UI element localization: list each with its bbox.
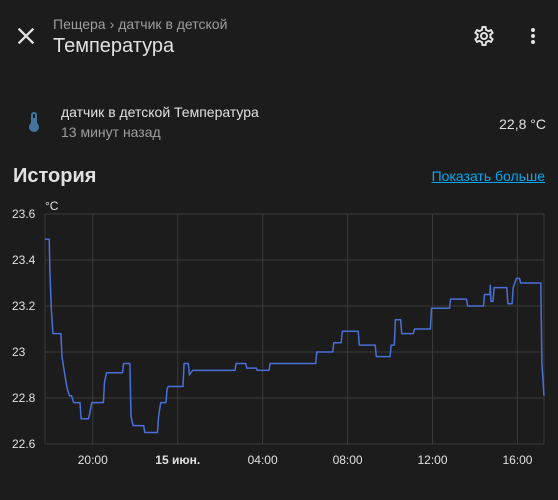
settings-button[interactable] [472,24,496,48]
y-tick-label: 23.2 [12,299,36,313]
temperature-series-line [45,238,545,434]
y-tick-label: 22.8 [12,391,36,405]
overflow-menu-button[interactable] [521,24,545,48]
y-tick-label: 23.6 [12,207,36,221]
breadcrumb: Пещера › датчик в детской [53,16,227,32]
dots-vertical-icon [531,28,535,44]
x-tick-label: 20:00 [78,453,108,467]
history-chart-svg: 23.6 23.4 23.2 23 22.8 22.6 °C 20:00 15 июн. 04:0… [12,199,545,467]
thermometer-icon [22,110,46,134]
close-icon [17,27,35,45]
x-tick-label: 04:00 [248,453,278,467]
breadcrumb-area: Пещера [53,16,106,32]
entity-name: датчик в детской Температура [61,104,259,120]
close-button[interactable] [12,22,40,50]
show-more-link[interactable]: Показать больше [432,168,545,184]
y-tick-label: 23 [12,345,26,359]
y-tick-label: 22.6 [12,437,36,451]
entity-last-changed: 13 минут назад [61,124,161,140]
x-tick-label: 12:00 [418,453,448,467]
breadcrumb-separator: › [109,16,115,32]
breadcrumb-device: датчик в детской [118,16,228,32]
entity-state: 22,8 °C [499,116,546,132]
dialog-header: Пещера › датчик в детской Температура [0,0,558,72]
x-tick-label: 16:00 [502,453,532,467]
y-axis-unit: °C [45,199,59,213]
history-chart[interactable]: 23.6 23.4 23.2 23 22.8 22.6 °C 20:00 15 июн. 04:0… [0,196,558,476]
more-info-dialog: Пещера › датчик в детской Температура датч… [0,0,558,500]
x-tick-label: 15 июн. [155,453,200,467]
gear-icon [474,26,494,46]
history-heading: История [13,165,97,187]
dialog-title: Температура [53,35,175,57]
x-tick-label: 08:00 [333,453,363,467]
entity-row[interactable]: датчик в детской Температура 13 минут на… [0,96,558,152]
y-tick-label: 23.4 [12,253,36,267]
